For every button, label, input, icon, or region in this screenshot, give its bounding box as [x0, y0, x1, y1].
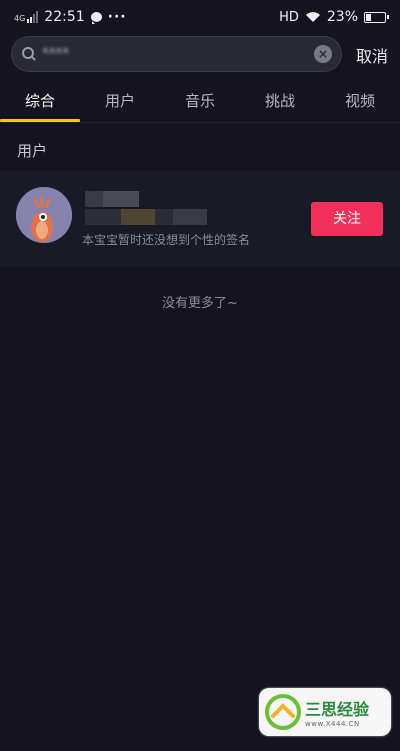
- watermark-logo-icon: [265, 694, 301, 730]
- tab-challenges[interactable]: 挑战: [240, 82, 320, 122]
- tab-videos[interactable]: 视频: [320, 82, 400, 122]
- avatar[interactable]: [16, 187, 72, 243]
- follow-button[interactable]: 关注: [311, 202, 383, 236]
- status-left: 4G 22:51 ···: [14, 9, 127, 25]
- user-bio: 本宝宝暂时还没想到个性的签名: [82, 233, 251, 247]
- battery-percent: 23%: [326, 9, 358, 25]
- cancel-button[interactable]: 取消: [356, 43, 388, 67]
- tab-comprehensive[interactable]: 综合: [0, 82, 80, 122]
- more-notifications-icon: ···: [107, 9, 127, 25]
- avatar-image: [16, 187, 72, 243]
- section-title: 用户: [17, 142, 48, 160]
- battery-icon: [364, 11, 389, 23]
- signal-indicator: 4G: [14, 11, 39, 23]
- search-row: ᴿᴿᴿᴿ × 取消: [0, 34, 400, 80]
- tab-music[interactable]: 音乐: [160, 82, 240, 122]
- watermark-url: www.X444.CN: [305, 720, 360, 728]
- result-tabs: 综合 用户 音乐 挑战 视频: [0, 82, 400, 123]
- user-result-row[interactable]: 本宝宝暂时还没想到个性的签名 关注: [0, 171, 400, 267]
- search-input[interactable]: ᴿᴿᴿᴿ ×: [11, 36, 342, 72]
- watermark-title: 三思经验: [305, 700, 370, 719]
- no-more-results: 没有更多了~: [162, 296, 238, 311]
- wifi-icon: [305, 12, 320, 22]
- hd-indicator: HD: [279, 9, 299, 25]
- clear-search-icon[interactable]: ×: [314, 45, 332, 63]
- tab-users[interactable]: 用户: [80, 82, 160, 122]
- watermark-text: 三思经验 www.X444.CN: [305, 696, 369, 728]
- signal-bars-icon: [27, 11, 39, 23]
- message-icon: [90, 12, 102, 24]
- watermark: 三思经验 www.X444.CN: [259, 688, 391, 736]
- search-query: ᴿᴿᴿᴿ: [43, 46, 70, 62]
- clock: 22:51: [44, 9, 85, 25]
- user-name-pixelated: [85, 191, 157, 207]
- status-bar: 4G 22:51 ··· HD 23%: [0, 0, 400, 34]
- user-name-pixelated-line2: [85, 209, 207, 225]
- search-icon: [22, 47, 36, 61]
- status-right: HD 23%: [279, 9, 389, 25]
- network-type: 4G: [14, 14, 26, 23]
